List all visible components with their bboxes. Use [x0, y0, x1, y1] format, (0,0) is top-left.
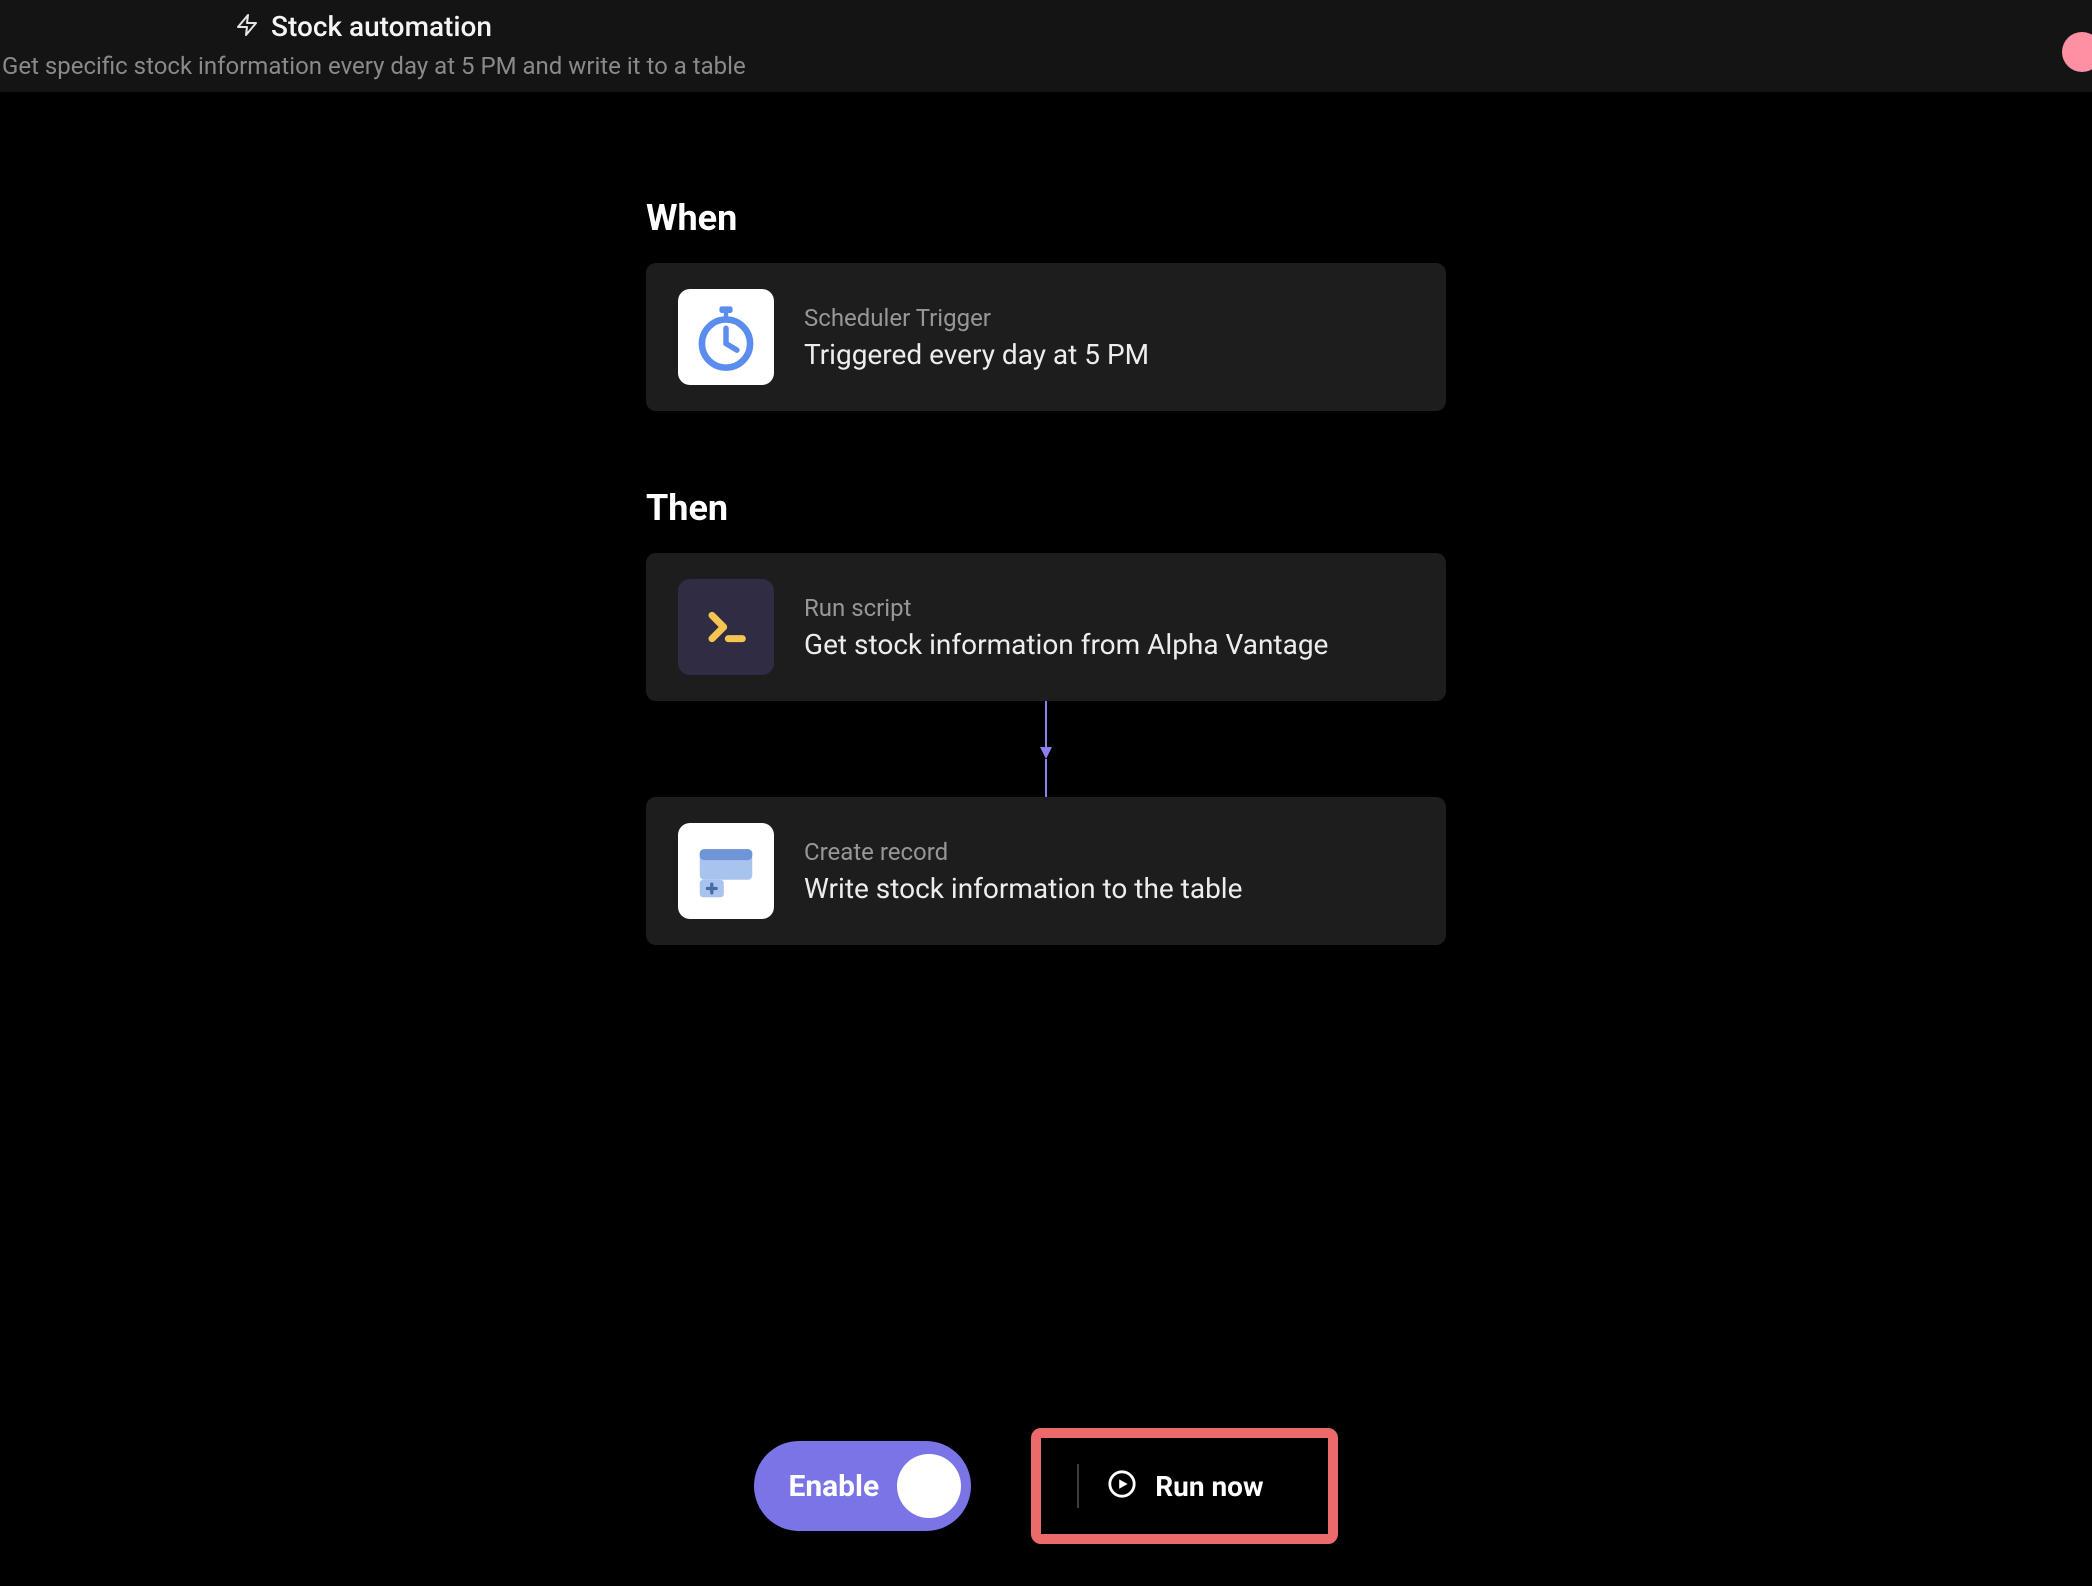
action-card-create-record[interactable]: Create record Write stock information to… — [646, 797, 1446, 945]
enable-toggle[interactable]: Enable — [754, 1441, 971, 1531]
trigger-card[interactable]: Scheduler Trigger Triggered every day at… — [646, 263, 1446, 411]
bottom-bar: Enable Run now — [0, 1428, 2092, 1544]
header-bar: Stock automation Get specific stock info… — [0, 0, 2092, 92]
enable-label: Enable — [788, 1469, 879, 1504]
table-add-icon — [678, 823, 774, 919]
run-now-label: Run now — [1155, 1470, 1263, 1503]
flow-connector — [646, 701, 1446, 797]
clock-icon — [678, 289, 774, 385]
trigger-desc: Triggered every day at 5 PM — [804, 338, 1149, 371]
action-desc: Write stock information to the table — [804, 872, 1242, 905]
then-heading: Then — [646, 487, 1446, 529]
when-heading: When — [646, 197, 1446, 239]
action-desc: Get stock information from Alpha Vantage — [804, 628, 1328, 661]
action-card-run-script[interactable]: Run script Get stock information from Al… — [646, 553, 1446, 701]
header-title-row: Stock automation — [235, 10, 2092, 43]
trigger-label: Scheduler Trigger — [804, 304, 1149, 332]
automation-title: Stock automation — [271, 10, 492, 43]
play-circle-icon — [1107, 1469, 1137, 1503]
run-now-highlight: Run now — [1031, 1428, 1337, 1544]
run-now-button[interactable]: Run now — [1107, 1469, 1263, 1503]
action-label: Run script — [804, 594, 1328, 622]
automation-canvas: When Scheduler Trigger Triggered every d… — [0, 92, 2092, 945]
avatar[interactable] — [2062, 32, 2092, 72]
automation-description: Get specific stock information every day… — [2, 52, 746, 80]
divider — [1077, 1464, 1079, 1508]
terminal-icon — [678, 579, 774, 675]
action-label: Create record — [804, 838, 1242, 866]
toggle-knob — [897, 1454, 961, 1518]
lightning-icon — [235, 13, 259, 41]
